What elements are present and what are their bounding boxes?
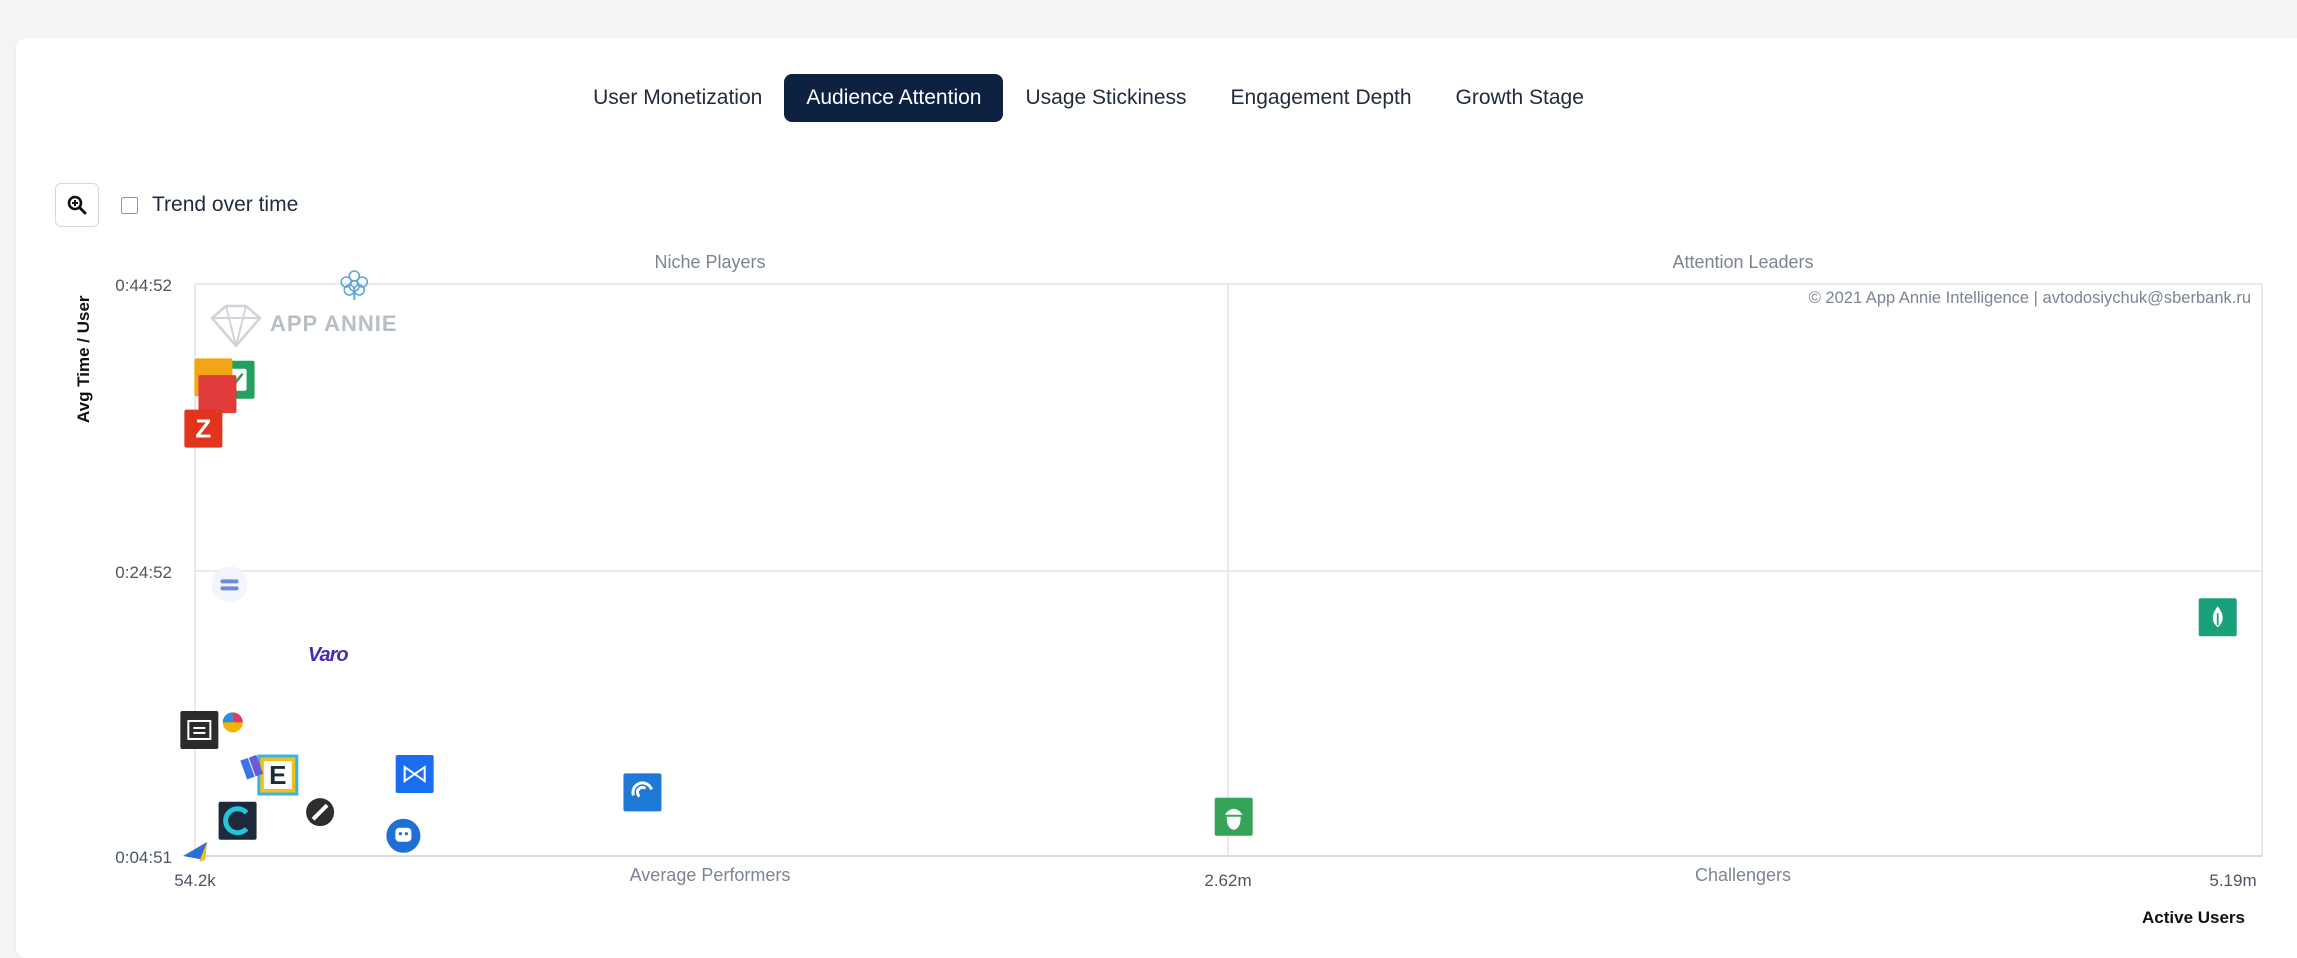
quadrant-label-bottom-left: Average Performers	[630, 865, 791, 885]
data-point-dark-card	[180, 710, 219, 749]
svg-text:E: E	[269, 760, 286, 790]
y-tick-label: 0:24:52	[115, 563, 172, 582]
quadrant-label-bottom-right: Challengers	[1695, 865, 1791, 885]
x-tick-label: 5.19m	[2209, 871, 2256, 890]
copyright-text: © 2021 App Annie Intelligence | avtodosi…	[1809, 289, 2251, 307]
app-annie-logo	[210, 304, 262, 348]
data-point-swirl	[623, 773, 662, 812]
y-tick-label: 0:04:51	[115, 848, 172, 867]
x-tick-label: 2.62m	[1204, 871, 1251, 890]
x-tick-label: 54.2k	[174, 871, 216, 890]
data-point-e: E	[257, 754, 299, 796]
data-point-tree	[340, 270, 369, 300]
x-axis-title: Active Users	[2142, 908, 2246, 927]
scatter-chart: Niche Players Attention Leaders Average Pe…	[115, 252, 2263, 890]
data-point-chat	[386, 818, 421, 853]
data-point-acorn	[1214, 797, 1253, 836]
data-point-equals	[211, 566, 248, 603]
quadrant-label-top-right: Attention Leaders	[1672, 252, 1813, 272]
quadrant-label-top-left: Niche Players	[654, 252, 765, 272]
svg-text:Varo: Varo	[308, 644, 349, 666]
data-point-red-z: Z	[184, 409, 223, 448]
data-point-red-card	[198, 375, 237, 414]
data-point-bowtie	[395, 755, 434, 794]
y-tick-label: 0:44:52	[115, 276, 172, 295]
watermark-logo-text: APP ANNIE	[270, 311, 398, 336]
data-point-drop	[2198, 598, 2237, 637]
svg-text:Z: Z	[195, 414, 211, 444]
data-point-multi-color	[222, 712, 243, 733]
data-point-c	[218, 801, 257, 840]
data-point-slash	[306, 798, 335, 827]
y-axis-title: Avg Time / User	[74, 295, 93, 423]
data-point-varo: Varo	[308, 644, 350, 666]
